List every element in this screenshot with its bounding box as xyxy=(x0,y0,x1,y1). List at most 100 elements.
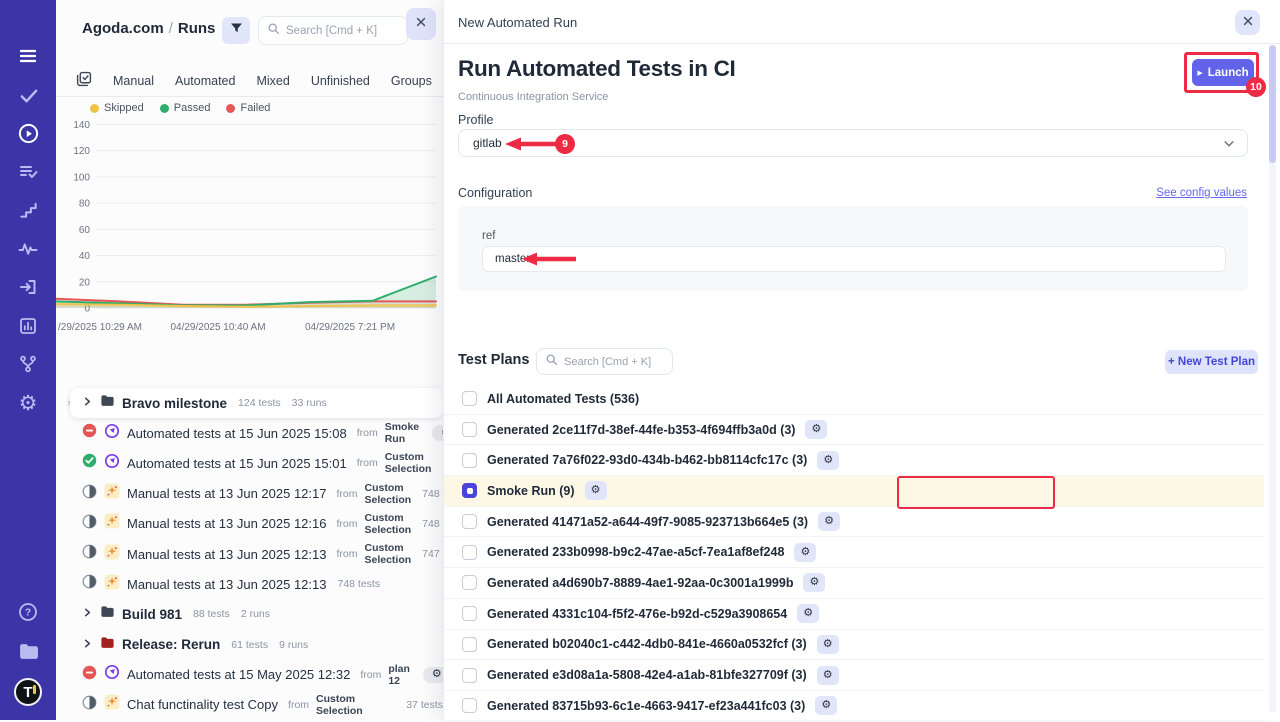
run-row[interactable]: Chat functinality test CopyfromCustom Se… xyxy=(56,690,443,720)
run-row[interactable]: Automated tests at 15 Jun 2025 15:01from… xyxy=(56,448,443,478)
legend-dot xyxy=(226,104,235,113)
test-plan-checkbox[interactable] xyxy=(462,545,477,560)
test-plan-settings-button[interactable]: ⚙ xyxy=(815,696,837,715)
breadcrumb[interactable]: Agoda.com/Runs xyxy=(82,20,215,37)
test-plan-checkbox[interactable] xyxy=(462,453,477,468)
run-folder-row[interactable]: Build 98188 tests2 runs xyxy=(56,599,443,629)
test-plan-settings-button[interactable]: ⚙ xyxy=(794,543,816,562)
test-plan-settings-button[interactable]: ⚙ xyxy=(818,512,840,531)
select-all-icon[interactable] xyxy=(76,71,92,92)
run-folder-row[interactable]: Bravo milestone124 tests33 runs xyxy=(70,388,443,418)
sidebar-menu-icon[interactable] xyxy=(0,39,56,73)
tab-mixed[interactable]: Mixed xyxy=(256,74,289,88)
funnel-icon xyxy=(229,21,244,41)
run-row[interactable]: Manual tests at 13 Jun 2025 12:17fromCus… xyxy=(56,479,443,509)
ref-input[interactable] xyxy=(482,246,1226,272)
test-plan-checkbox[interactable] xyxy=(462,637,477,652)
run-row[interactable]: Manual tests at 13 Jun 2025 12:16fromCus… xyxy=(56,509,443,539)
gear-icon: ⚙ xyxy=(810,577,820,588)
test-plan-settings-button[interactable]: ⚙ xyxy=(585,481,607,500)
test-plan-row[interactable]: All Automated Tests (536) xyxy=(444,384,1264,415)
tab-groups[interactable]: Groups xyxy=(391,74,432,88)
svg-text:120: 120 xyxy=(73,146,90,157)
tab-automated[interactable]: Automated xyxy=(175,74,235,88)
test-plan-row[interactable]: Smoke Run (9) ⚙ xyxy=(444,476,1264,507)
scrollbar-thumb[interactable] xyxy=(1269,45,1276,163)
test-plan-checkbox[interactable] xyxy=(462,698,477,713)
sidebar-folder-icon[interactable] xyxy=(0,634,56,668)
test-plan-checkbox[interactable] xyxy=(462,483,477,498)
runs-search[interactable] xyxy=(258,16,408,45)
test-plan-settings-button[interactable]: ⚙ xyxy=(817,451,839,470)
test-plan-settings-button[interactable]: ⚙ xyxy=(817,666,839,685)
svg-text:/29/2025 10:29 AM: /29/2025 10:29 AM xyxy=(58,322,142,333)
search-icon xyxy=(267,22,280,40)
test-plan-settings-button[interactable]: ⚙ xyxy=(803,573,825,592)
test-plan-checkbox[interactable] xyxy=(462,606,477,621)
legend-item-failed[interactable]: Failed xyxy=(226,102,270,114)
test-plan-row[interactable]: Generated a4d690b7-8889-4ae1-92aa-0c3001… xyxy=(444,568,1264,599)
sidebar-check-icon[interactable] xyxy=(0,78,56,112)
test-plan-row[interactable]: Generated 2ce11f7d-38ef-44fe-b353-4f694f… xyxy=(444,415,1264,446)
test-plan-row[interactable]: Generated 83715b93-6c1e-4663-9417-ef23a4… xyxy=(444,691,1264,722)
runs-list: Bravo milestone124 tests33 runsAutomated… xyxy=(56,388,443,720)
status-failed-icon xyxy=(82,423,97,443)
profile-select[interactable]: gitlab xyxy=(458,129,1248,157)
sidebar-import-icon[interactable] xyxy=(0,270,56,304)
test-plan-settings-button[interactable]: ⚙ xyxy=(797,604,819,623)
run-row[interactable]: Manual tests at 13 Jun 2025 12:13fromCus… xyxy=(56,539,443,569)
app-logo[interactable]: T xyxy=(14,678,42,706)
sidebar-play-circle-icon[interactable] xyxy=(0,116,56,150)
test-plan-checkbox[interactable] xyxy=(462,422,477,437)
run-meta: 61 tests xyxy=(231,639,268,651)
breadcrumb-project[interactable]: Agoda.com xyxy=(82,20,164,37)
runs-panel-close-button[interactable] xyxy=(406,8,436,40)
see-config-values-link[interactable]: See config values xyxy=(1156,187,1247,199)
svg-text:04/29/2025 10:40 AM: 04/29/2025 10:40 AM xyxy=(170,322,265,333)
test-plan-checkbox[interactable] xyxy=(462,514,477,529)
test-plan-label: Smoke Run (9) xyxy=(487,484,575,498)
page-title: Run Automated Tests in CI xyxy=(458,56,736,82)
test-plan-row[interactable]: Generated e3d08a1a-5808-42e4-a1ab-81bfe3… xyxy=(444,660,1264,691)
test-plan-checkbox[interactable] xyxy=(462,391,477,406)
test-plan-row[interactable]: Generated 7a76f022-93d0-434b-b462-bb8114… xyxy=(444,445,1264,476)
test-plan-settings-button[interactable]: ⚙ xyxy=(805,420,827,439)
tab-unfinished[interactable]: Unfinished xyxy=(311,74,370,88)
test-plan-row[interactable]: Generated b02040c1-c442-4db0-841e-4660a0… xyxy=(444,630,1264,661)
legend-label: Skipped xyxy=(104,102,144,114)
new-automated-run-drawer: New Automated Run Run Automated Tests in… xyxy=(443,0,1280,720)
sidebar-steps-icon[interactable] xyxy=(0,193,56,227)
sidebar-branch-icon[interactable] xyxy=(0,347,56,381)
new-test-plan-button[interactable]: + New Test Plan xyxy=(1165,350,1258,374)
run-row[interactable]: Automated tests at 15 Jun 2025 15:08from… xyxy=(56,418,443,448)
legend-item-skipped[interactable]: Skipped xyxy=(90,102,144,114)
chevron-right-icon[interactable] xyxy=(82,605,93,623)
run-row[interactable]: Automated tests at 15 May 2025 12:32from… xyxy=(56,660,443,690)
run-row[interactable]: Manual tests at 13 Jun 2025 12:13748 tes… xyxy=(56,569,443,599)
chevron-right-icon[interactable] xyxy=(82,394,93,412)
runs-search-input[interactable] xyxy=(286,25,396,37)
test-plan-row[interactable]: Generated 41471a52-a644-49f7-9085-923713… xyxy=(444,507,1264,538)
sidebar-help-circle-icon[interactable]: ? xyxy=(0,595,56,629)
test-plans-search[interactable] xyxy=(536,348,673,375)
test-plan-settings-button[interactable]: ⚙ xyxy=(817,635,839,654)
sidebar-gear-icon[interactable]: ⚙ xyxy=(0,386,56,420)
test-plan-checkbox[interactable] xyxy=(462,575,477,590)
tab-manual[interactable]: Manual xyxy=(113,74,154,88)
test-plans-search-input[interactable] xyxy=(564,356,664,368)
legend-item-passed[interactable]: Passed xyxy=(160,102,211,114)
sidebar-list-check-icon[interactable] xyxy=(0,155,56,189)
drawer-close-button[interactable] xyxy=(1235,10,1260,35)
run-title: Manual tests at 13 Jun 2025 12:13 xyxy=(127,577,326,592)
sidebar-pulse-icon[interactable] xyxy=(0,232,56,266)
launch-button[interactable]: ▶ Launch xyxy=(1192,59,1254,86)
folder-title: Release: Rerun xyxy=(122,637,220,652)
test-plan-row[interactable]: Generated 233b0998-b9c2-47ae-a5cf-7ea1af… xyxy=(444,537,1264,568)
test-plan-checkbox[interactable] xyxy=(462,668,477,683)
sidebar-bar-chart-icon[interactable] xyxy=(0,309,56,343)
chevron-right-icon[interactable] xyxy=(82,636,93,654)
run-meta: 2 runs xyxy=(241,608,270,620)
run-folder-row[interactable]: Release: Rerun61 tests9 runs xyxy=(56,630,443,660)
filter-button[interactable] xyxy=(222,17,250,44)
test-plan-row[interactable]: Generated 4331c104-f5f2-476e-b92d-c529a3… xyxy=(444,599,1264,630)
